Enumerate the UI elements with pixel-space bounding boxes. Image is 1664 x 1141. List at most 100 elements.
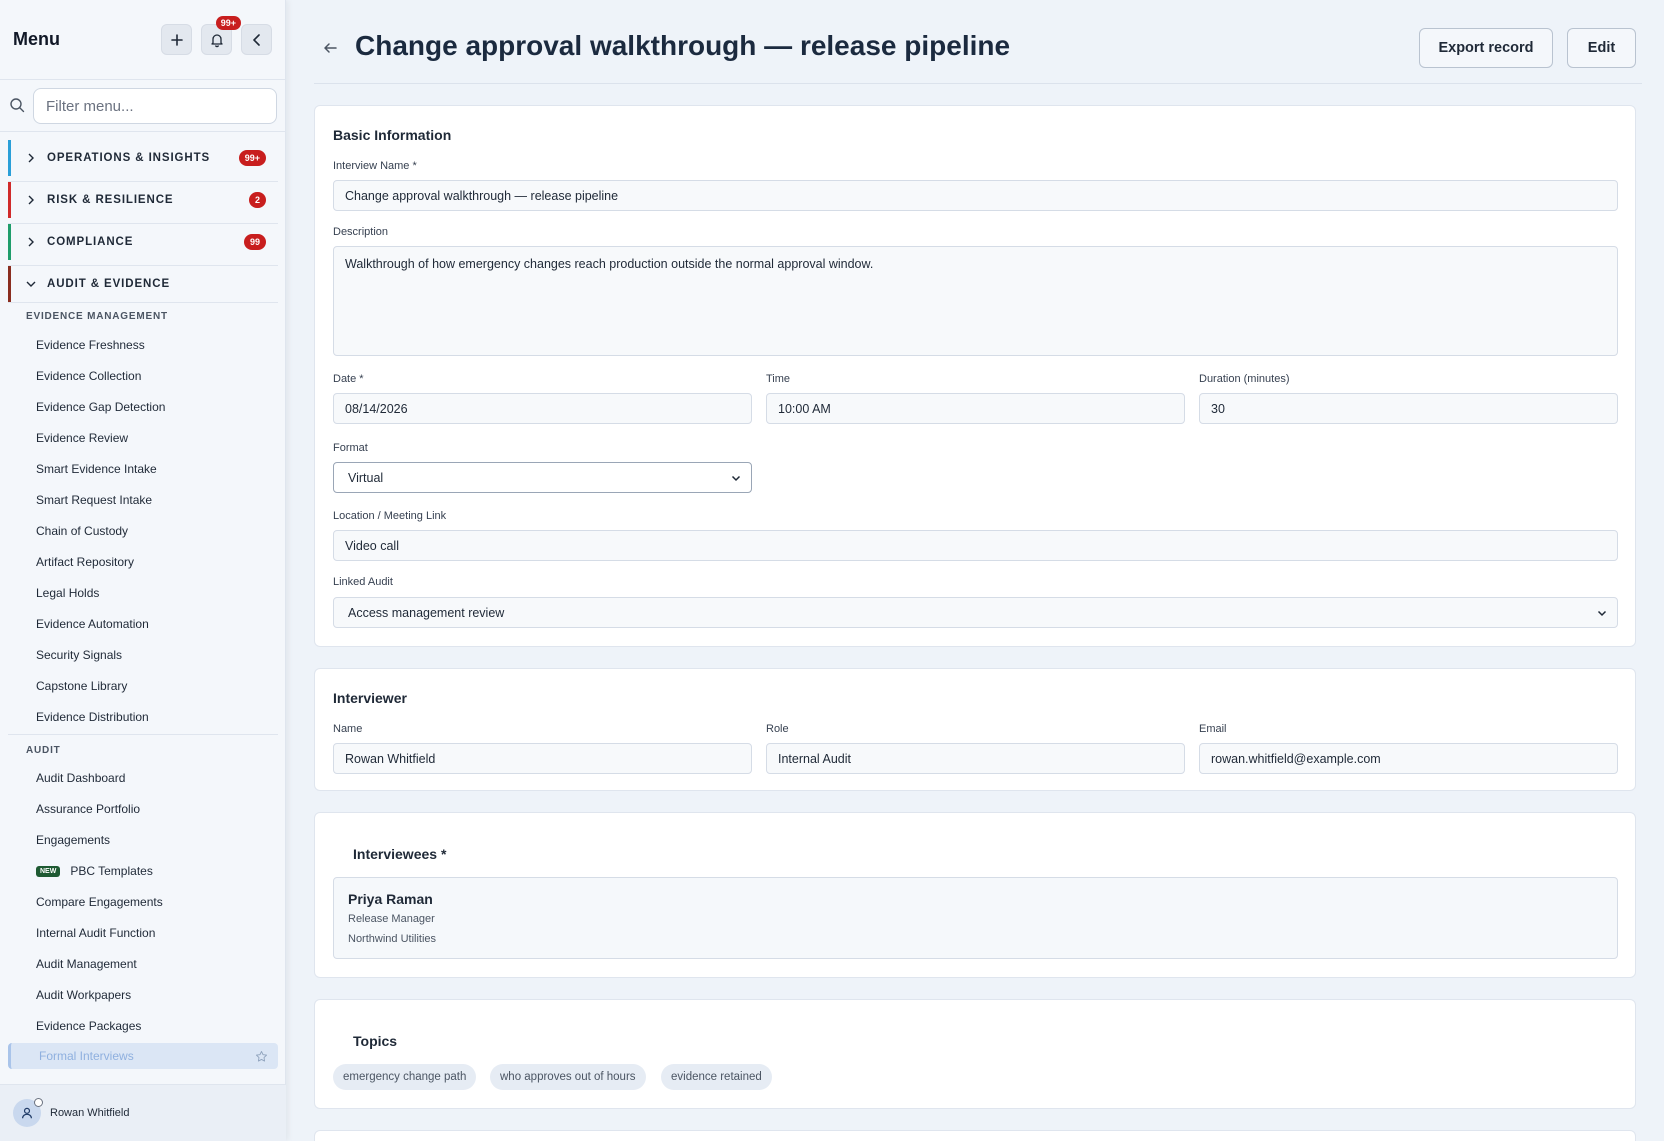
menu-item-pbc-templates[interactable]: NEW PBC Templates [36,864,153,878]
topics-card: Topics emergency change path who approve… [314,999,1636,1109]
location-input[interactable]: Video call [333,530,1618,561]
menu-item[interactable]: Audit Management [36,957,137,971]
linked-audit-select[interactable]: Access management review [333,597,1618,628]
interviewer-email-input[interactable]: rowan.whitfield@example.com [1199,743,1618,774]
interviewee-role: Release Manager [348,913,435,925]
section-count-badge: 99+ [238,150,266,166]
page-title: Change approval walkthrough — release pi… [355,30,1011,61]
section-label: COMPLIANCE [47,236,134,248]
interviewer-role-input[interactable]: Internal Audit [766,743,1185,774]
section-label: AUDIT & EVIDENCE [47,278,171,290]
interviewees-card: Interviewees * Priya Raman Release Manag… [314,812,1636,978]
field-label: Role [766,723,789,735]
section-compliance[interactable]: COMPLIANCE 99 [8,224,278,260]
interviewee-name: Priya Raman [348,891,433,907]
menu-item-label: Formal Interviews [39,1049,134,1063]
notifications-button[interactable]: 99+ [201,16,241,55]
section-count-badge: 2 [248,192,266,208]
description-textarea[interactable]: Walkthrough of how emergency changes rea… [333,246,1618,356]
menu-item[interactable]: Evidence Freshness [36,338,145,352]
field-label: Format [333,442,368,454]
field-label: Linked Audit [333,576,393,588]
interviewer-card: Interviewer Name Rowan Whitfield Role In… [314,668,1636,791]
basic-information-card: Basic Information Interview Name * Chang… [314,105,1636,647]
menu-item[interactable]: Audit Dashboard [36,771,125,785]
menu-item[interactable]: Evidence Automation [36,617,149,631]
sidebar: Menu 99+ OPERATIONS & INSIGHTS 99+ RISK … [0,0,286,1141]
menu-search [0,80,285,132]
menu-item[interactable]: Compare Engagements [36,895,163,909]
menu-item[interactable]: Capstone Library [36,679,127,693]
topic-tag[interactable]: who approves out of hours [490,1064,646,1090]
bell-icon [210,33,223,47]
export-record-button[interactable]: Export record [1419,28,1553,68]
card-title: Basic Information [333,127,452,143]
time-input[interactable]: 10:00 AM [766,393,1185,424]
notification-badge: 99+ [215,16,241,30]
menu-item[interactable]: Audit Workpapers [36,988,131,1002]
menu-item[interactable]: Evidence Distribution [36,710,149,724]
interviewee-item[interactable]: Priya Raman Release Manager Northwind Ut… [333,877,1618,959]
chevron-left-icon [252,33,260,46]
menu-item[interactable]: Artifact Repository [36,555,134,569]
date-input[interactable]: 08/14/2026 [333,393,752,424]
section-audit-evidence[interactable]: AUDIT & EVIDENCE [8,266,278,302]
menu-item[interactable]: Smart Evidence Intake [36,462,157,476]
section-label: RISK & RESILIENCE [47,194,174,206]
interviewee-org: Northwind Utilities [348,933,437,945]
topic-tag[interactable]: emergency change path [333,1064,477,1090]
sidebar-header: Menu 99+ [0,0,285,80]
interviewer-name-input[interactable]: Rowan Whitfield [333,743,752,774]
menu-item[interactable]: Assurance Portfolio [36,802,140,816]
menu-item-active[interactable]: Formal Interviews [8,1043,278,1069]
card-title: Interviewer [333,690,407,706]
field-label: Description [333,226,389,238]
chevron-down-icon [731,475,741,482]
section-risk-resilience[interactable]: RISK & RESILIENCE 2 [8,182,278,218]
menu-filter-input[interactable] [33,88,277,124]
next-card [314,1130,1636,1141]
field-label: Name [333,723,363,735]
user-name: Rowan Whitfield [50,1107,130,1119]
divider [8,734,278,735]
menu-item[interactable]: Security Signals [36,648,122,662]
menu-item[interactable]: Chain of Custody [36,524,128,538]
user-icon [22,1107,32,1119]
menu-item[interactable]: Evidence Review [36,431,128,445]
search-icon [10,98,25,113]
status-dot [34,1098,43,1107]
menu-item[interactable]: Evidence Packages [36,1019,141,1033]
sidebar-title: Menu [13,29,60,49]
menu-item[interactable]: Evidence Collection [36,369,141,383]
collapse-sidebar-button[interactable] [241,24,272,55]
card-title: Topics [353,1033,398,1049]
chevron-right-icon [28,237,34,247]
format-select[interactable]: Virtual [333,462,752,493]
menu-item[interactable]: Evidence Gap Detection [36,400,165,414]
chevron-down-icon [1597,610,1607,617]
edit-button[interactable]: Edit [1567,28,1636,68]
interview-name-input[interactable]: Change approval walkthrough — release pi… [333,180,1618,211]
chevron-right-icon [28,195,34,205]
menu-item[interactable]: Legal Holds [36,586,99,600]
menu-item[interactable]: Internal Audit Function [36,926,155,940]
avatar [13,1098,43,1127]
add-button[interactable] [161,24,192,55]
menu-item[interactable]: Engagements [36,833,110,847]
menu-item-label: PBC Templates [70,864,153,878]
star-icon[interactable] [255,1050,268,1063]
main-content: Change approval walkthrough — release pi… [286,0,1664,1141]
sidebar-footer[interactable]: Rowan Whitfield [0,1084,286,1141]
linked-audit-selected: Access management review [348,605,505,620]
field-label: Location / Meeting Link [333,510,447,522]
topic-tag[interactable]: evidence retained [661,1064,772,1090]
field-label: Email [1199,723,1227,735]
field-label: Time [766,373,791,385]
duration-input[interactable]: 30 [1199,393,1618,424]
field-label: Date * [333,373,364,385]
section-label: OPERATIONS & INSIGHTS [47,152,211,164]
back-arrow-icon[interactable] [322,40,338,56]
format-selected: Virtual [348,470,384,485]
menu-item[interactable]: Smart Request Intake [36,493,152,507]
section-operations-insights[interactable]: OPERATIONS & INSIGHTS 99+ [8,140,278,176]
